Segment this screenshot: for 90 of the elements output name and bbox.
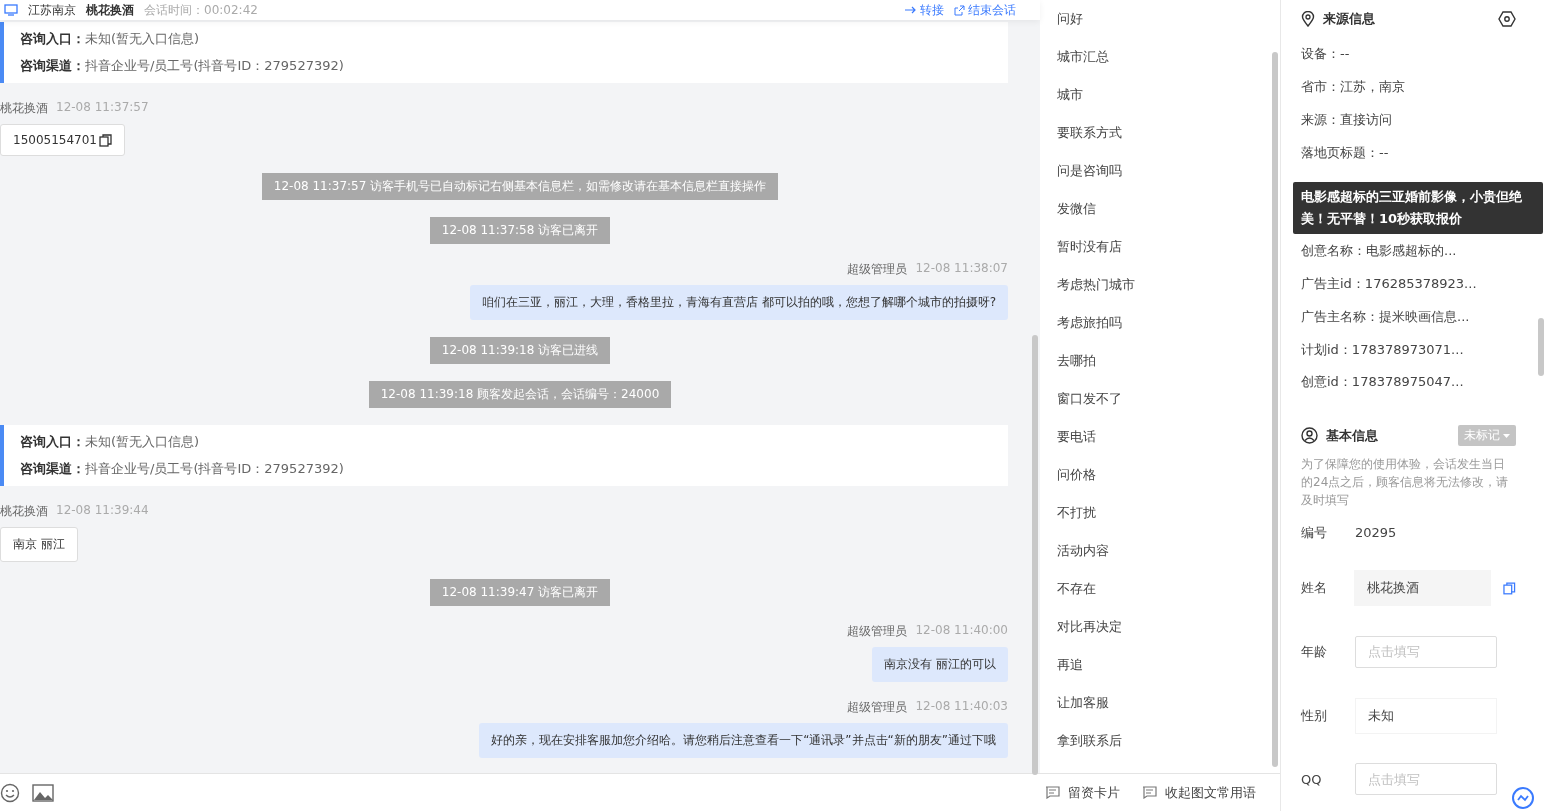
message-time: 12-08 11:39:44 (56, 503, 149, 519)
quick-phrase[interactable]: 发微信 (1057, 190, 1263, 228)
scrollbar[interactable] (1272, 52, 1278, 767)
system-notice: 12-08 11:39:47 访客已离开 (429, 579, 611, 606)
message-time: 12-08 11:37:57 (56, 100, 149, 116)
field-label: 性别 (1301, 706, 1328, 725)
settings-icon[interactable] (1498, 10, 1516, 27)
transfer-link[interactable]: 转接 (905, 1, 944, 19)
system-notice: 12-08 11:39:18 访客已进线 (429, 337, 611, 364)
source-info-row-text: 来源：直接访问 (1301, 110, 1393, 129)
text-field[interactable]: 桃花换酒 (1353, 570, 1492, 607)
visitor-message: 15005154701 (0, 124, 125, 156)
notice-text: 为了保障您的使用体验，会话发生当日的24点之后，顾客信息将无法修改，请及时填写 (1301, 455, 1510, 509)
image-icon[interactable] (32, 783, 54, 802)
location-pin-icon (1301, 10, 1315, 27)
field-label: 姓名 (1301, 579, 1328, 598)
scrollbar[interactable] (1538, 318, 1544, 376)
customer-id: 20295 (1355, 525, 1397, 541)
agent-message: 咱们在三亚，丽江，大理，香格里拉，青海有直营店 都可以拍的哦，您想了解哪个城市的拍摄呀? (469, 285, 1008, 320)
copy-icon[interactable] (99, 133, 112, 147)
section-title: 基本信息 (1326, 426, 1378, 445)
text-field[interactable]: 未知 (1355, 697, 1497, 734)
quick-phrase[interactable]: 对比再决定 (1057, 608, 1263, 646)
quick-phrase[interactable]: 考虑旅拍吗 (1057, 304, 1263, 342)
caret-icon (1503, 433, 1510, 438)
quick-phrase[interactable]: 暂时没有店 (1057, 228, 1263, 266)
input-field[interactable]: 点击填写 (1355, 635, 1497, 668)
sender-name: 超级管理员 (847, 623, 908, 640)
message-icon (1142, 786, 1157, 799)
quick-phrase[interactable]: 去哪拍 (1057, 342, 1263, 380)
source-info-row-text: 计划id：178378973071... (1301, 340, 1465, 359)
quick-phrase[interactable]: 问是咨询吗 (1057, 152, 1263, 190)
quick-phrase[interactable]: 要联系方式 (1057, 114, 1263, 152)
visitor-message: 南京 丽江 (0, 527, 78, 562)
field-label: 编号 (1301, 523, 1328, 542)
sender-name: 桃花换酒 (0, 503, 48, 520)
source-info-row-text: 创意id：178378975047... (1301, 373, 1465, 392)
quick-phrase[interactable]: 让加客服 (1057, 684, 1263, 722)
section-title: 来源信息 (1323, 9, 1375, 28)
end-session-link[interactable]: 结束会话 (954, 1, 1016, 19)
source-info-row-text: 广告主名称：提米映画信息... (1301, 307, 1471, 326)
source-info-row-text: 省市：江苏，南京 (1301, 78, 1406, 97)
quick-phrase[interactable]: 不存在 (1057, 570, 1263, 608)
monitor-icon (4, 4, 18, 16)
quick-phrase[interactable]: 城市汇总 (1057, 38, 1263, 76)
arrow-right-icon (905, 6, 917, 14)
field-label: QQ (1301, 771, 1323, 787)
chat-logo-icon[interactable] (1512, 787, 1534, 809)
quick-phrase[interactable]: 城市 (1057, 76, 1263, 114)
toolbar-button[interactable]: 留资卡片 (1045, 783, 1120, 802)
source-info-row-text: 创意名称：电影感超标的... (1301, 242, 1458, 261)
system-notice: 12-08 11:37:57 访客手机号已自动标记右侧基本信息栏，如需修改请在基本信息栏直接操作 (261, 173, 779, 200)
agent-message: 好的亲，现在安排客服加您介绍哈。请您稍后注意查看一下“通讯录”并点击“新的朋友”通过下哦 (479, 723, 1008, 758)
message-time: 12-08 11:40:00 (915, 623, 1008, 639)
quick-phrase[interactable]: 问价格 (1057, 456, 1263, 494)
source-info-row-text: 广告主id：176285378923... (1301, 275, 1478, 293)
quick-phrase[interactable]: 窗口发不了 (1057, 380, 1263, 418)
system-notice: 12-08 11:39:18 顾客发起会话，会话编号：24000 (368, 381, 672, 408)
system-notice: 12-08 11:37:58 访客已离开 (429, 217, 611, 244)
agent-message: 南京没有 丽江的可以 (872, 647, 1008, 682)
quick-phrase[interactable]: 问好 (1057, 0, 1263, 38)
visitor-name: 桃花换酒 (86, 1, 134, 19)
quick-phrase[interactable]: 要电话 (1057, 418, 1263, 456)
quick-phrase[interactable]: 再追 (1057, 646, 1263, 684)
sender-name: 超级管理员 (847, 261, 908, 278)
consult-info-row-text: 咨询入口：未知(暂无入口信息) (20, 30, 201, 48)
sender-name: 超级管理员 (847, 699, 908, 716)
visitor-location: 江苏南京 (28, 1, 76, 19)
source-info-row-text: 设备：-- (1301, 45, 1351, 64)
exit-icon (954, 4, 965, 16)
quick-phrase[interactable]: 考虑热门城市 (1057, 266, 1263, 304)
consult-info-row-text: 咨询渠道：抖音企业号/员工号(抖音号ID：279527392) (20, 460, 345, 478)
user-icon (1301, 427, 1318, 445)
quick-phrase[interactable]: 活动内容 (1057, 532, 1263, 570)
consult-info-row-text: 咨询渠道：抖音企业号/员工号(抖音号ID：279527392) (20, 57, 345, 75)
toolbar-button[interactable]: 收起图文常用语 (1142, 783, 1256, 802)
scrollbar[interactable] (1032, 335, 1038, 775)
tooltip: 电影感超标的三亚婚前影像，小贵但绝美！无平替！10秒获取报价 (1293, 182, 1543, 234)
consult-info-row-text: 咨询入口：未知(暂无入口信息) (20, 433, 201, 451)
source-info-row-text: 落地页标题：-- (1301, 143, 1390, 162)
emoji-icon[interactable] (0, 782, 20, 803)
message-icon (1045, 786, 1060, 799)
message-time: 12-08 11:40:03 (915, 699, 1008, 715)
quick-phrase[interactable]: 拿到联系后 (1057, 722, 1263, 760)
session-duration: 会话时间：00:02:42 (144, 1, 258, 19)
message-time: 12-08 11:38:07 (915, 261, 1008, 277)
sender-name: 桃花换酒 (0, 100, 48, 117)
field-label: 年龄 (1301, 642, 1328, 661)
input-field[interactable]: 点击填写 (1355, 763, 1497, 796)
quick-phrase[interactable]: 不打扰 (1057, 494, 1263, 532)
